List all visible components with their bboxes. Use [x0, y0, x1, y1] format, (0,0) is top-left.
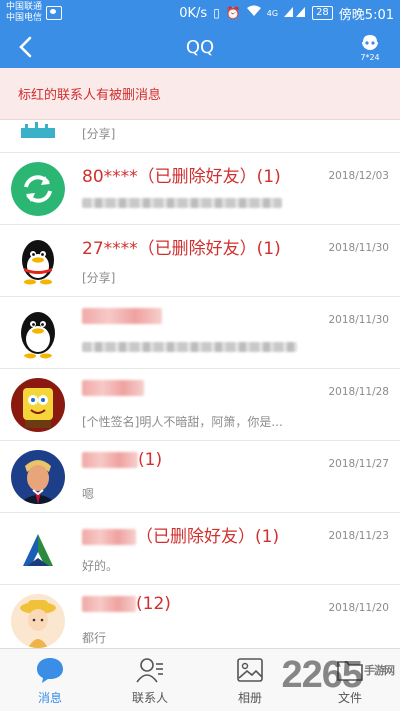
message-time: 2018/11/30 [328, 242, 389, 254]
conversation-list[interactable]: [分享] 80****（已删除好友）(1) 2018/12/03 27****（… [0, 120, 400, 648]
vibrate-icon: ▯ [213, 6, 220, 20]
chevron-left-icon [19, 36, 32, 58]
alarm-icon: ⏰ [225, 6, 241, 20]
message-time: 2018/12/03 [328, 170, 389, 182]
bottom-tab-bar: 消息 联系人 相册 文件 [0, 648, 400, 711]
message-preview: 好的。 [82, 559, 119, 573]
back-button[interactable] [10, 32, 40, 62]
service-headset-icon [361, 32, 379, 50]
album-icon [235, 655, 265, 685]
signal-icon [284, 5, 306, 21]
avatar [11, 306, 65, 360]
list-item[interactable]: [分享] [0, 120, 400, 153]
tab-label: 文件 [337, 691, 362, 705]
avatar [11, 120, 65, 144]
gallery-notification-icon [46, 6, 63, 20]
message-time: 2018/11/23 [328, 530, 389, 542]
contacts-icon [135, 655, 165, 685]
carrier-2: 中国电信 [6, 13, 43, 23]
contact-name: 80****（已删除好友）(1) [82, 167, 281, 187]
list-item[interactable]: 27****（已删除好友）(1) 2018/11/30 [分享] [0, 225, 400, 297]
message-time: 2018/11/30 [328, 314, 389, 326]
message-preview: 嗯 [82, 487, 95, 501]
tab-files[interactable]: 文件 [300, 649, 400, 711]
avatar [11, 162, 65, 216]
contact-name: (1) [82, 450, 162, 470]
status-time: 傍晚5:01 [338, 7, 394, 23]
message-preview [82, 197, 282, 211]
chat-bubble-icon [35, 655, 65, 685]
avatar [11, 522, 65, 576]
list-item[interactable]: 2018/11/28 [个性签名]明人不暗甜，阿箫，你是... [0, 369, 400, 441]
message-preview [82, 341, 297, 355]
network-speed: 0K/s [179, 5, 208, 21]
list-item[interactable]: (1) 2018/11/27 嗯 [0, 441, 400, 513]
tab-messages[interactable]: 消息 [0, 649, 100, 711]
contact-name [82, 378, 144, 398]
tab-label: 消息 [37, 691, 62, 705]
tab-label: 相册 [237, 691, 262, 705]
battery-indicator: 28 [312, 6, 333, 20]
message-preview: [个性签名]明人不暗甜，阿箫，你是... [82, 415, 283, 429]
unread-count: (12) [136, 594, 171, 614]
message-time: 2018/11/20 [328, 602, 389, 614]
nav-bar: QQ 7*24 [0, 26, 400, 68]
signal-label: 4G [266, 8, 279, 18]
message-time: 2018/11/28 [328, 386, 389, 398]
avatar [11, 234, 65, 288]
avatar [11, 378, 65, 432]
notice-text: 标红的联系人有被删消息 [18, 88, 162, 103]
deleted-notice-banner: 标红的联系人有被删消息 [0, 68, 400, 120]
avatar [11, 450, 65, 504]
page-title: QQ [185, 36, 215, 58]
message-time: 2018/11/27 [328, 458, 389, 470]
list-item[interactable]: 80****（已删除好友）(1) 2018/12/03 [0, 153, 400, 225]
tab-label: 联系人 [131, 691, 168, 705]
message-preview: [分享] [82, 271, 116, 285]
customer-service-button[interactable]: 7*24 [350, 28, 390, 66]
list-item[interactable]: （已删除好友）(1) 2018/11/23 好的。 [0, 513, 400, 585]
wifi-icon [246, 5, 261, 21]
status-bar: 中国联通 中国电信 0K/s ▯ ⏰ 4G 28 傍晚5:01 [0, 0, 400, 26]
list-item[interactable]: (12) 2018/11/20 都行 [0, 585, 400, 648]
list-item[interactable]: 2018/11/30 [0, 297, 400, 369]
contact-name: 27****（已删除好友）(1) [82, 239, 281, 259]
deleted-label: （已删除好友）(1) [136, 527, 280, 547]
contact-name: (12) [82, 594, 171, 614]
contact-name: （已删除好友）(1) [82, 522, 279, 547]
carrier-1: 中国联通 [6, 2, 43, 12]
contact-name [82, 306, 162, 326]
carrier-info: 中国联通 中国电信 [6, 2, 42, 24]
service-label: 7*24 [360, 53, 380, 62]
tab-album[interactable]: 相册 [200, 649, 300, 711]
unread-count: (1) [138, 450, 163, 470]
avatar [11, 594, 65, 648]
message-preview: 都行 [82, 631, 107, 645]
tab-contacts[interactable]: 联系人 [100, 649, 200, 711]
folder-icon [335, 655, 365, 685]
message-preview: [分享] [82, 127, 116, 141]
